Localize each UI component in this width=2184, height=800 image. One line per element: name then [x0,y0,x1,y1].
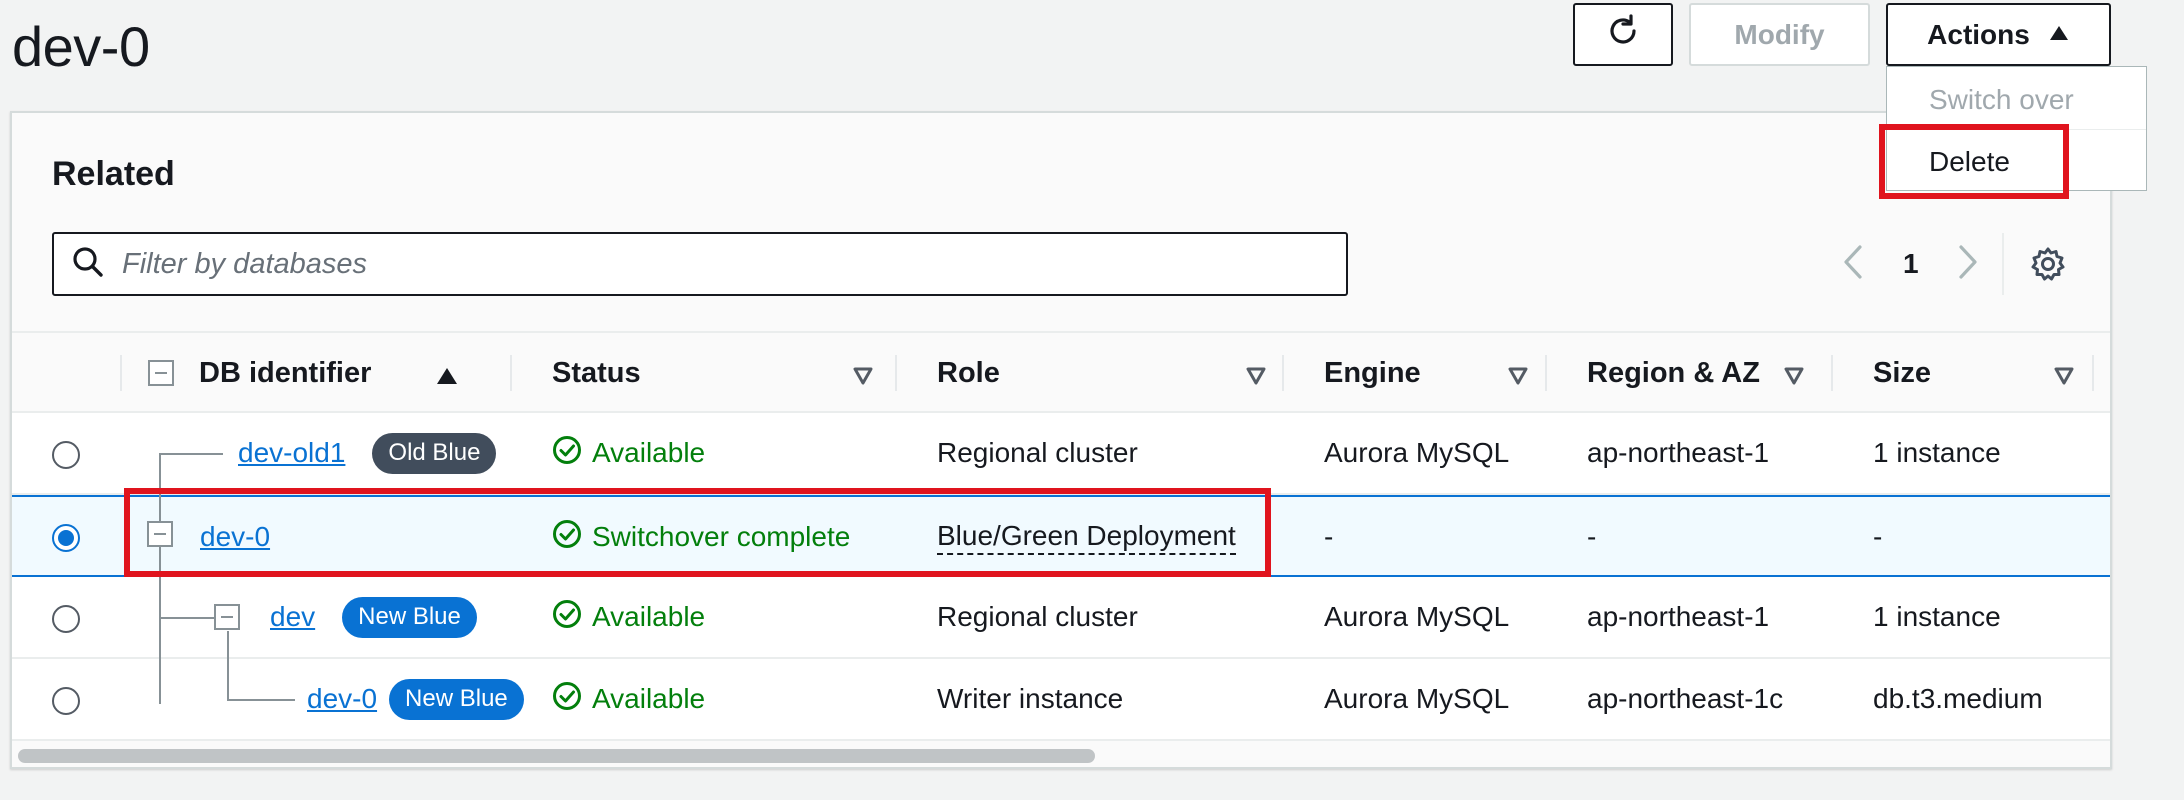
column-divider [120,355,122,391]
role-cell: Writer instance [937,683,1124,714]
column-header-role[interactable]: Role [937,333,1267,413]
tree-connector-line [227,699,295,701]
engine-cell: Aurora MySQL [1324,437,1510,468]
region-cell: ap-northeast-1 [1587,437,1770,468]
search-field[interactable] [52,232,1348,296]
table-row[interactable]: dev-0 New Blue Available Writer instance… [12,659,2110,741]
row-select-radio-checked[interactable] [52,524,80,552]
db-identifier-cell: dev-0 New Blue [307,659,524,739]
check-circle-icon [552,519,582,556]
chevron-right-icon [1957,244,1979,285]
refresh-icon [1605,13,1641,56]
search-input[interactable] [122,247,1302,281]
previous-page-button[interactable] [1842,232,1864,296]
role-cell: Blue/Green Deployment [937,497,1236,577]
column-divider [510,355,512,391]
tree-connector-line [159,453,223,455]
role-cell: Regional cluster [937,601,1138,632]
column-header-size[interactable]: Size [1873,333,2075,413]
gear-icon [2030,247,2066,286]
row-select-radio[interactable] [52,441,80,469]
next-page-button[interactable] [1957,232,1979,296]
size-cell: 1 instance [1873,437,2001,468]
row-select-radio[interactable] [52,605,80,633]
table-row[interactable]: dev New Blue Available Regional cluster … [12,577,2110,659]
actions-dropdown-menu: Switch over Delete [1886,66,2147,191]
engine-cell: Aurora MySQL [1324,683,1510,714]
table-preferences-button[interactable] [2030,246,2066,287]
menu-item-delete[interactable]: Delete [1887,133,2146,191]
sort-icon [852,361,874,394]
size-cell: db.t3.medium [1873,683,2043,714]
db-identifier-link[interactable]: dev-old1 [238,437,345,469]
menu-divider [1887,129,2146,130]
status-cell: Available [552,659,705,739]
collapse-tree-icon[interactable] [147,521,173,547]
sort-ascending-icon [435,361,459,394]
role-badge: New Blue [389,678,524,720]
column-header-status[interactable]: Status [552,333,882,413]
db-identifier-cell: dev-0 [200,497,270,577]
table-row[interactable]: dev-old1 Old Blue Available Regional clu… [12,413,2110,495]
size-cell: - [1873,521,1883,552]
check-circle-icon [552,681,582,718]
related-panel: Related 1 [10,111,2112,769]
horizontal-scrollbar[interactable] [18,749,1095,763]
region-cell: ap-northeast-1c [1587,683,1784,714]
size-cell: 1 instance [1873,601,2001,632]
db-identifier-link[interactable]: dev-0 [200,521,270,553]
current-page-number[interactable]: 1 [1903,232,1919,296]
sort-icon [2053,361,2075,394]
page-title: dev-0 [12,15,150,78]
column-divider [895,355,897,391]
column-divider [1831,355,1833,391]
engine-cell: Aurora MySQL [1324,601,1510,632]
role-info-link[interactable]: Blue/Green Deployment [937,519,1236,555]
role-badge: New Blue [342,596,477,638]
db-identifier-link[interactable]: dev [270,601,315,633]
column-header-db-identifier[interactable]: DB identifier [199,333,487,413]
status-cell: Switchover complete [552,497,850,577]
status-cell: Available [552,577,705,657]
region-cell: ap-northeast-1 [1587,601,1770,632]
tree-connector-line [227,631,229,699]
actions-button[interactable]: Actions [1886,3,2111,66]
db-identifier-link[interactable]: dev-0 [307,683,377,715]
panel-title: Related [52,155,175,193]
row-select-radio[interactable] [52,687,80,715]
column-divider [1282,355,1284,391]
check-circle-icon [552,435,582,472]
modify-button[interactable]: Modify [1689,3,1870,66]
table-row-selected[interactable]: dev-0 Switchover complete Blue/Green Dep… [12,495,2110,577]
actions-label: Actions [1927,18,2030,50]
column-header-region-az[interactable]: Region & AZ [1587,333,1805,413]
db-identifier-cell: dev-old1 Old Blue [238,413,497,493]
table-header: DB identifier Status Role Engine Region … [12,331,2110,413]
pager-divider [2002,233,2004,295]
sort-icon [1245,361,1267,394]
role-badge: Old Blue [372,432,497,474]
menu-item-switch-over[interactable]: Switch over [1887,71,2146,129]
tree-connector-line [159,453,161,704]
sort-icon [1783,361,1805,394]
status-cell: Available [552,413,705,493]
column-header-engine[interactable]: Engine [1324,333,1529,413]
sort-icon [1507,361,1529,394]
refresh-button[interactable] [1573,3,1673,66]
column-divider [1545,355,1547,391]
search-icon [72,246,104,283]
check-circle-icon [552,599,582,636]
caret-up-icon [2048,22,2070,48]
role-cell: Regional cluster [937,437,1138,468]
column-divider [2092,355,2094,391]
engine-cell: - [1324,521,1334,552]
db-identifier-cell: dev New Blue [270,577,477,657]
region-cell: - [1587,521,1597,552]
collapse-all-icon[interactable] [148,360,174,386]
chevron-left-icon [1842,244,1864,285]
collapse-tree-icon[interactable] [214,604,240,630]
